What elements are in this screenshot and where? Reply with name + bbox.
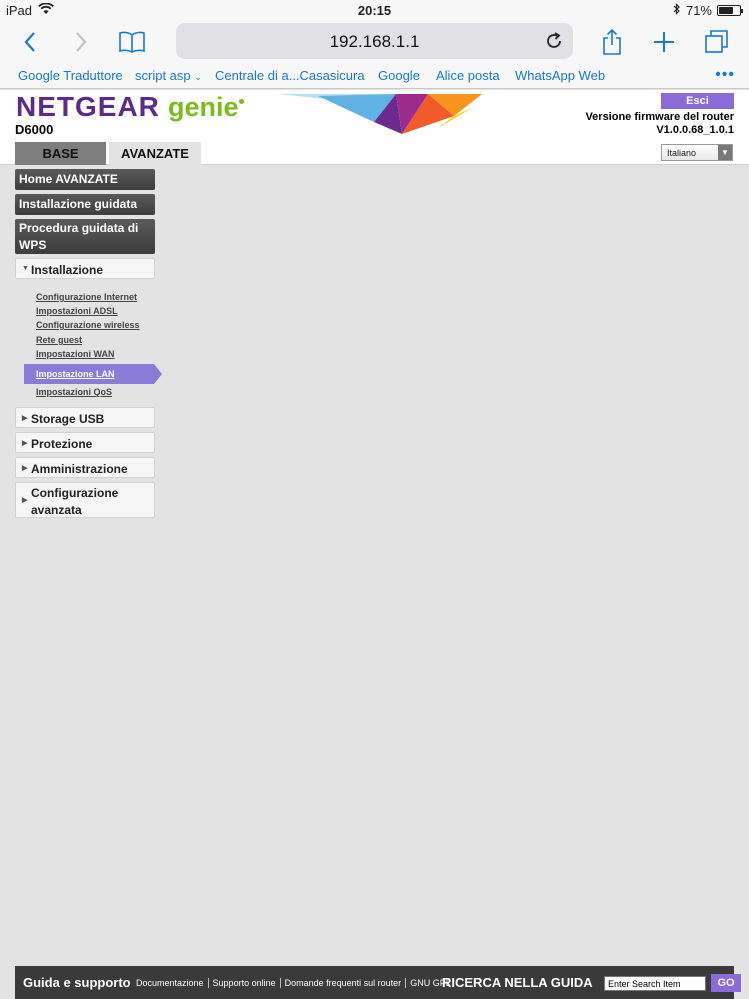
submenu-wireless-setup[interactable]: Configurazione wireless	[36, 320, 140, 330]
logo-dot-icon	[239, 99, 244, 104]
submenu-qos-settings[interactable]: Impostazioni QoS	[36, 387, 112, 397]
netgear-logo: NETGEAR	[16, 91, 160, 122]
menu-usb-storage-label: Storage USB	[31, 412, 105, 426]
battery-percent: 71%	[685, 3, 712, 18]
menu-advanced-setup[interactable]: ▶ Configurazione avanzata	[15, 482, 155, 518]
submenu-lan-setup-label: Impostazione LAN	[36, 369, 115, 379]
menu-setup-wizard[interactable]: Installazione guidata	[15, 194, 155, 215]
help-title: Guida e supporto	[23, 975, 131, 990]
menu-setup-label: Installazione	[31, 263, 104, 277]
help-search-title: RICERCA NELLA GUIDA	[442, 975, 593, 990]
menu-security-label: Protezione	[31, 437, 93, 451]
back-icon[interactable]	[15, 27, 45, 57]
more-bookmarks-icon[interactable]: •••	[715, 67, 735, 83]
battery-icon	[717, 5, 743, 16]
help-search-input[interactable]	[604, 976, 706, 991]
menu-administration[interactable]: ▶ Amministrazione	[15, 457, 155, 478]
bookmark-label: script asp	[135, 68, 191, 83]
link-documentation[interactable]: Documentazione	[132, 978, 208, 988]
menu-usb-storage[interactable]: ▶ Storage USB	[15, 407, 155, 428]
tabs-icon[interactable]	[702, 27, 732, 57]
ios-status-bar: iPad 20:15 71%	[0, 0, 749, 20]
bookmark-script-asp[interactable]: script asp ⌄	[135, 68, 202, 83]
bookmark-alice-posta[interactable]: Alice posta	[436, 68, 500, 83]
link-online-support[interactable]: Supporto online	[207, 978, 280, 988]
triangle-right-icon: ▶	[22, 440, 28, 447]
triangle-right-icon: ▶	[22, 465, 28, 472]
firmware-label: Versione firmware del router	[585, 111, 734, 123]
bookmarks-book-icon[interactable]	[117, 27, 147, 57]
submenu-internet-setup[interactable]: Configurazione Internet	[36, 292, 137, 302]
header-banner-graphic	[278, 94, 482, 134]
forward-icon[interactable]	[66, 27, 96, 57]
help-footer: Guida e supporto Documentazione Supporto…	[15, 966, 741, 999]
help-links: Documentazione Supporto online Domande f…	[132, 978, 455, 988]
menu-home-advanced[interactable]: Home AVANZATE	[15, 169, 155, 190]
browser-toolbar: 192.168.1.1	[0, 20, 749, 64]
tab-base[interactable]: BASE	[15, 142, 106, 165]
logout-button[interactable]: Esci	[661, 93, 734, 109]
bookmarks-bar: Google Traduttore script asp ⌄ Centrale …	[0, 64, 749, 89]
share-icon[interactable]	[597, 27, 627, 57]
router-header: NETGEAR genie D6000 Esci Versione firmwa…	[0, 90, 749, 165]
reload-icon[interactable]	[543, 30, 565, 52]
genie-logo: genie	[168, 92, 239, 122]
bluetooth-icon	[673, 3, 681, 18]
bookmark-whatsapp-web[interactable]: WhatsApp Web	[515, 68, 605, 83]
menu-security[interactable]: ▶ Protezione	[15, 432, 155, 453]
router-model: D6000	[15, 122, 54, 137]
menu-advanced-setup-label: Configurazione avanzata	[31, 486, 119, 517]
submenu-lan-setup[interactable]: Impostazione LAN	[24, 364, 162, 384]
dropdown-arrow-icon: ▼	[718, 145, 732, 160]
menu-setup[interactable]: ▼ Installazione	[15, 258, 155, 279]
language-value: Italiano	[667, 148, 697, 158]
submenu-guest-network[interactable]: Rete guest	[36, 335, 82, 345]
url-text: 192.168.1.1	[329, 32, 420, 51]
bookmark-casasicura[interactable]: Centrale di a...Casasicura	[215, 68, 365, 83]
triangle-right-icon: ▶	[22, 497, 28, 504]
submenu-adsl-settings[interactable]: Impostazioni ADSL	[36, 306, 118, 316]
link-router-faq[interactable]: Domande frequenti sul router	[279, 978, 406, 988]
submenu-wan-settings[interactable]: Impostazioni WAN	[36, 349, 115, 359]
bookmark-google-translate[interactable]: Google Traduttore	[18, 68, 123, 83]
clock: 20:15	[357, 3, 392, 18]
language-select[interactable]: Italiano ▼	[661, 144, 733, 161]
tab-advanced[interactable]: AVANZATE	[109, 142, 201, 165]
new-tab-plus-icon[interactable]	[649, 27, 679, 57]
menu-wps-wizard[interactable]: Procedura guidata di WPS	[15, 219, 155, 254]
menu-administration-label: Amministrazione	[31, 462, 128, 476]
firmware-version: V1.0.0.68_1.0.1	[656, 124, 734, 136]
bookmark-google[interactable]: Google	[378, 68, 420, 83]
help-search-go-button[interactable]: GO	[711, 974, 741, 992]
triangle-down-icon: ▼	[22, 265, 29, 272]
address-bar[interactable]: 192.168.1.1	[176, 23, 573, 59]
chevron-down-icon: ⌄	[194, 72, 202, 82]
triangle-right-icon: ▶	[22, 415, 28, 422]
